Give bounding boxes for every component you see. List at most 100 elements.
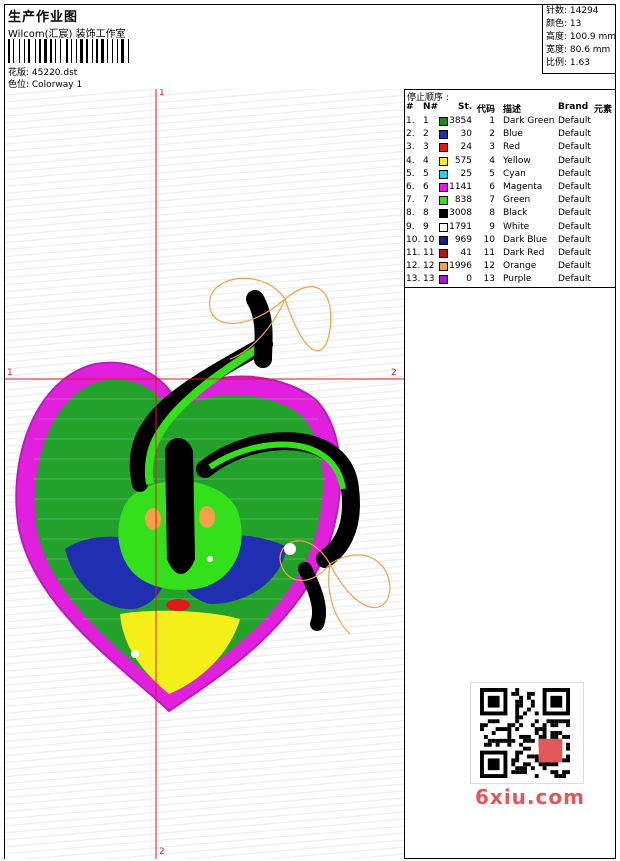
qr-module [515, 688, 520, 692]
barcode-bar [101, 39, 104, 63]
axis-label-left: 1 [7, 368, 13, 378]
row-index: 10. [406, 234, 421, 245]
table-row[interactable]: 1. 1 3854 1 Dark Green Default [405, 115, 615, 128]
qr-module [554, 719, 559, 724]
qr-module [562, 734, 567, 739]
qr-module [503, 738, 508, 743]
row-code: 11 [483, 248, 495, 258]
design-canvas[interactable]: 1 1 2 2 [5, 89, 405, 859]
qr-module [526, 691, 531, 696]
barcode-bar [31, 39, 34, 63]
qr-module [530, 691, 535, 696]
barcode-bar [109, 39, 111, 63]
row-brand: Default [558, 208, 591, 219]
table-row[interactable]: 6. 6 1141 6 Magenta Default [405, 181, 615, 194]
table-row[interactable]: 13. 13 0 13 Purple Default [405, 273, 615, 286]
table-row[interactable]: 11. 11 41 11 Dark Red Default [405, 247, 615, 260]
row-index: 1. [406, 116, 415, 126]
qr-module [538, 738, 563, 763]
table-row[interactable]: 2. 2 30 2 Blue Default [405, 128, 615, 141]
qr-code-pattern [480, 688, 570, 778]
table-row[interactable]: 8. 8 3008 8 Black Default [405, 207, 615, 220]
row-needle: 1 [423, 116, 429, 126]
row-needle: 7 [423, 195, 429, 206]
barcode-bar [130, 39, 131, 63]
barcode-bar [42, 39, 43, 63]
barcode-bar [55, 39, 56, 63]
barcode-bar [121, 39, 124, 63]
qr-module [519, 750, 524, 755]
qr-module [534, 774, 539, 778]
color-swatch [439, 262, 448, 272]
row-code: 2 [489, 129, 495, 140]
qr-module [526, 762, 531, 767]
barcode-bar [19, 39, 20, 63]
qr-module [491, 738, 496, 743]
table-row[interactable]: 9. 9 1791 9 White Default [405, 221, 615, 234]
row-index: 8. [406, 208, 415, 219]
barcode-bar [125, 39, 127, 63]
qr-module [550, 734, 555, 739]
row-needle: 13 [423, 274, 435, 285]
color-swatch [439, 222, 448, 232]
row-needle: 6 [423, 182, 429, 192]
barcode-bar [107, 39, 108, 63]
qr-module [562, 758, 567, 763]
table-row[interactable]: 5. 5 25 5 Cyan Default [405, 168, 615, 181]
row-needle: 2 [423, 129, 429, 140]
row-description: Blue [503, 129, 523, 140]
qr-module [534, 731, 539, 735]
barcode-bar [80, 39, 83, 63]
qr-module [562, 770, 567, 775]
qr-module [495, 727, 500, 732]
table-row[interactable]: 3. 3 24 3 Red Default [405, 141, 615, 154]
qr-module [526, 695, 531, 700]
qr-module [511, 758, 516, 763]
row-brand: Default [558, 142, 591, 153]
qr-module [534, 711, 539, 716]
qr-module [542, 731, 547, 735]
barcode-bar [117, 39, 118, 63]
qr-module [554, 762, 559, 767]
table-row[interactable]: 4. 4 575 4 Yellow Default [405, 155, 615, 168]
header: 生产作业图 Wilcom(汇宸) 装饰工作室 花版: 45220.dst 色位:… [5, 5, 616, 90]
qr-module [562, 719, 567, 724]
qr-module [526, 734, 531, 739]
color-swatch [439, 183, 448, 192]
qr-module [526, 707, 531, 712]
design-stats: 针数: 14294 颜色: 13 高度: 100.9 mm 宽度: 80.6 m… [542, 5, 616, 74]
qr-module [519, 695, 524, 700]
row-index: 4. [406, 155, 415, 166]
qr-module [519, 699, 524, 704]
qr-module [519, 770, 524, 775]
qr-module [511, 738, 516, 743]
barcode-bar [99, 39, 100, 63]
table-row[interactable]: 12. 12 1996 12 Orange Default [405, 260, 615, 273]
header-index: # [406, 102, 414, 112]
table-row[interactable]: 7. 7 838 7 Green Default [405, 194, 615, 207]
barcode-bar [8, 39, 10, 63]
header-element: 元素 [594, 105, 613, 115]
table-header: # N# St. 代码 描述 Brand 元素 [405, 102, 615, 115]
row-index: 3. [406, 142, 415, 153]
barcode-bar [50, 39, 52, 63]
qr-module [566, 754, 570, 759]
qr-module [519, 734, 524, 739]
barcode-bar [24, 39, 25, 63]
row-brand: Default [558, 182, 591, 192]
qr-module [515, 754, 520, 759]
qr-module [534, 758, 539, 763]
row-code: 7 [489, 195, 495, 206]
qr-module [530, 723, 535, 728]
row-needle: 5 [423, 168, 429, 179]
barcode-bar [62, 39, 65, 63]
qr-module [483, 723, 488, 728]
barcode-bar [37, 39, 38, 63]
qr-module [523, 738, 527, 743]
qr-module [507, 734, 512, 739]
qr-module [523, 762, 527, 767]
row-code: 1 [489, 116, 495, 126]
header-brand: Brand [558, 102, 589, 112]
qr-module [515, 758, 520, 763]
table-row[interactable]: 10. 10 969 10 Dark Blue Default [405, 234, 615, 247]
